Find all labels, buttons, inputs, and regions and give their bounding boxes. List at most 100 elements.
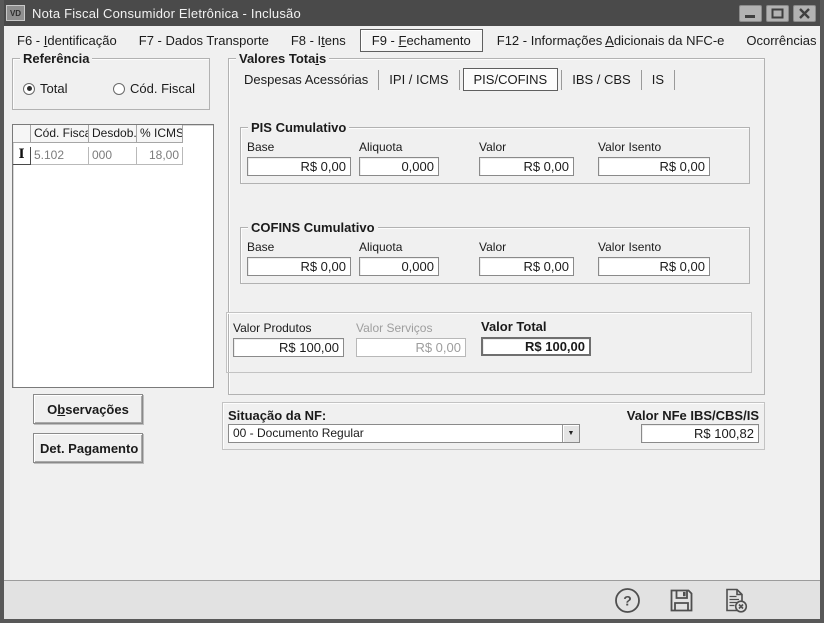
nota-fiscal-window: VD Nota Fiscal Consumidor Eletrônica - I… [0,0,824,623]
field-label: Valor Isento [598,240,662,254]
cell-icms[interactable]: 18,00 [137,147,183,165]
pis-cumulativo-group: PIS Cumulativo Base R$ 0,00 Aliquota 0,0… [240,120,750,184]
subtab-despesas-acessorias[interactable]: Despesas Acessórias [234,69,378,90]
footer-icons: ? [613,586,750,615]
valor-produtos-input[interactable]: R$ 100,00 [233,338,344,357]
tab-f7-dados-transporte[interactable]: F7 - Dados Transporte [128,30,280,51]
field-label: Base [247,240,275,254]
field-label: Valor [479,140,507,154]
button-label: Det. Pa [40,440,85,456]
svg-text:?: ? [623,593,632,609]
pis-valor-isento: Valor Isento R$ 0,00 [598,140,710,176]
cell-desdob[interactable]: 000 [89,147,137,165]
save-icon [670,589,693,612]
help-icon: ? [615,588,640,613]
radio-label: Total [40,81,68,96]
pis-base-input[interactable]: R$ 0,00 [247,157,351,176]
situacao-label: Situação da NF: [228,408,327,423]
radio-label: Cód. Fiscal [130,81,196,96]
radio-total[interactable]: Total [23,81,67,96]
button-accel: g [84,440,93,456]
legend-text: s [318,51,327,66]
cofins-cumulativo-group: COFINS Cumulativo Base R$ 0,00 Aliquota … [240,220,750,284]
tab-label: F6 - [17,32,44,48]
cofins-aliquota-input[interactable]: 0,000 [359,257,439,276]
window-title: Nota Fiscal Consumidor Eletrônica - Incl… [32,5,301,21]
chevron-down-icon[interactable]: ▼ [562,425,579,442]
cofins-valor: Valor R$ 0,00 [479,240,574,276]
valor-nfe-input[interactable]: R$ 100,82 [641,424,759,443]
pis-aliquota-input[interactable]: 0,000 [359,157,439,176]
radio-cod-fiscal[interactable]: Cód. Fiscal [113,81,195,96]
table-row[interactable]: I 5.102 000 18,00 [13,147,183,165]
valor-total: Valor Total R$ 100,00 [481,319,591,356]
cofins-valor-isento-input[interactable]: R$ 0,00 [598,257,710,276]
valor-total-input[interactable]: R$ 100,00 [481,337,591,356]
cofins-valor-input[interactable]: R$ 0,00 [479,257,574,276]
pis-aliquota: Aliquota 0,000 [359,140,439,176]
pis-legend: PIS Cumulativo [248,120,350,135]
subtab-ipi-icms[interactable]: IPI / ICMS [379,69,458,90]
cofins-valor-isento: Valor Isento R$ 0,00 [598,240,710,276]
maximize-icon [771,8,784,18]
field-label: Valor Produtos [233,321,312,335]
valor-nfe-label: Valor NFe IBS/CBS/IS [626,408,759,423]
subtab-ibs-cbs[interactable]: IBS / CBS [562,69,641,90]
grid-header-cod-fiscal[interactable]: Cód. Fiscal [31,125,89,143]
field-label: Valor Isento [598,140,662,154]
fiscal-code-list[interactable]: Cód. Fiscal Desdob. % ICMS I 5.102 000 1… [12,124,214,388]
tab-f8-itens[interactable]: F8 - Itens [280,30,357,51]
app-icon: VD [6,5,25,21]
help-button[interactable]: ? [613,586,642,615]
tab-f12-informacoes-adicionais[interactable]: F12 - Informações Adicionais da NFC-e [486,30,736,51]
radio-unselected-icon [113,82,125,95]
tab-accel: A [605,32,614,48]
pis-base: Base R$ 0,00 [247,140,351,176]
valor-servicos: Valor Serviços R$ 0,00 [356,321,466,357]
footer-bar: ? [4,580,820,619]
cell-cod-fiscal[interactable]: 5.102 [31,147,89,165]
situacao-nf-select[interactable]: 00 - Documento Regular ▼ [228,424,580,443]
titlebar: VD Nota Fiscal Consumidor Eletrônica - I… [0,0,824,26]
close-icon [799,7,810,19]
subtab-is[interactable]: IS [642,69,674,90]
situacao-panel: Situação da NF: 00 - Documento Regular ▼… [222,402,765,450]
minimize-icon [745,14,755,18]
tab-label: F7 - Dados Transporte [138,32,269,48]
grid-corner-cell [13,125,31,143]
situacao-selected-value: 00 - Documento Regular [233,426,364,440]
tab-label: ens [324,32,346,48]
totais-panel: Valor Produtos R$ 100,00 Valor Serviços … [226,312,752,373]
tab-label: dentificação [47,32,117,48]
valores-totais-legend: Valores Totais [236,51,330,66]
field-label: Aliquota [359,240,403,254]
tab-ocorrencias[interactable]: Ocorrências [735,30,824,51]
grid-header-desdob[interactable]: Desdob. [89,125,137,143]
valor-servicos-input: R$ 0,00 [356,338,466,357]
legend-text: Valores Tota [239,51,316,66]
tab-f9-fechamento[interactable]: F9 - Fechamento [359,28,483,52]
subtab-separator [458,69,460,90]
cofins-base: Base R$ 0,00 [247,240,351,276]
grid-header-icms[interactable]: % ICMS [137,125,183,143]
referencia-legend: Referência [20,51,93,66]
tab-f6-identificacao[interactable]: F6 - Identificação [6,30,128,51]
maximize-button[interactable] [766,4,789,22]
tab-label: F12 - Informações [496,32,606,48]
referencia-group: Referência Total Cód. Fiscal [12,51,210,110]
subtab-pis-cofins[interactable]: PIS/COFINS [462,68,559,91]
button-label: amento [92,440,139,456]
close-button[interactable] [793,4,816,22]
save-button[interactable] [667,586,696,615]
minimize-button[interactable] [739,4,762,22]
det-pagamento-button[interactable]: Det. Pagamento [33,433,143,463]
button-label: servações [65,401,129,417]
button-label: O [47,401,58,417]
cofins-base-input[interactable]: R$ 0,00 [247,257,351,276]
main-tab-bar: F6 - Identificação F7 - Dados Transporte… [6,26,818,54]
cancel-note-button[interactable] [721,586,750,615]
pis-valor-input[interactable]: R$ 0,00 [479,157,574,176]
tab-label: F8 - I [290,32,322,48]
observacoes-button[interactable]: Observações [33,394,143,424]
pis-valor-isento-input[interactable]: R$ 0,00 [598,157,710,176]
